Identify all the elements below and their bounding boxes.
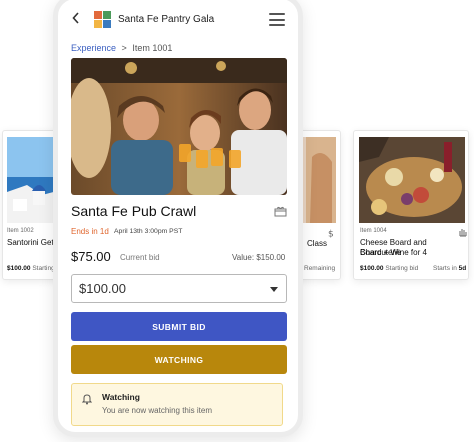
card-title: Class bbox=[307, 239, 328, 248]
ends-date: April 13th 3:00pm PST bbox=[114, 227, 183, 235]
gift-icon[interactable] bbox=[274, 205, 287, 217]
card-item-number: Item 1002 bbox=[7, 228, 34, 234]
watching-notice: Watching You are now watching this item bbox=[71, 383, 283, 426]
logo-icon bbox=[94, 11, 111, 28]
notice-title: Watching bbox=[102, 392, 140, 402]
breadcrumb: Experience > Item 1001 bbox=[71, 43, 172, 53]
dropdown-caret-icon bbox=[270, 287, 278, 292]
card-image-cheese-board bbox=[359, 137, 465, 223]
back-chevron-icon bbox=[72, 12, 79, 24]
card-item-1004[interactable]: Item 1004 Cheese Board and Charcuterie B… bbox=[353, 130, 469, 280]
card-starts-label: Starts in bbox=[433, 265, 457, 272]
card-title: Santorini Geta bbox=[7, 238, 59, 247]
card-price-label: Starting bbox=[32, 265, 55, 272]
current-bid-amount: $75.00 bbox=[71, 249, 111, 264]
bid-amount-select[interactable]: $100.00 bbox=[71, 274, 287, 303]
back-button[interactable] bbox=[72, 11, 80, 29]
card-price: $100.00 bbox=[360, 265, 384, 272]
hero-image-pub-crawl bbox=[71, 58, 287, 195]
submit-bid-button[interactable]: SUBMIT BID bbox=[71, 312, 287, 341]
app-title: Santa Fe Pantry Gala bbox=[118, 14, 215, 25]
card-price: $100.00 bbox=[7, 265, 31, 272]
hand-icon bbox=[459, 229, 467, 237]
card-title-line2: Board + Wine for 4 bbox=[360, 248, 427, 257]
dollar-icon: $ bbox=[328, 230, 334, 239]
watching-button[interactable]: WATCHING bbox=[71, 345, 287, 374]
bell-icon bbox=[82, 394, 92, 405]
card-meta: Remaining bbox=[304, 265, 336, 272]
menu-icon[interactable] bbox=[269, 13, 285, 30]
card-price-label: Starting bid bbox=[385, 265, 419, 272]
breadcrumb-experience[interactable]: Experience bbox=[71, 43, 116, 53]
breadcrumb-separator: > bbox=[121, 43, 127, 53]
item-value: Value: $150.00 bbox=[232, 253, 286, 262]
card-item-number: Item 1004 bbox=[360, 228, 387, 234]
ends-in-label: Ends in 1d bbox=[71, 227, 109, 236]
item-title: Santa Fe Pub Crawl bbox=[71, 203, 197, 219]
card-starts-value: 5d bbox=[458, 265, 467, 272]
bid-amount-value: $100.00 bbox=[79, 281, 126, 296]
card-starts: Starts in 5d bbox=[433, 265, 466, 272]
current-bid-label: Current bid bbox=[120, 253, 160, 262]
card-price-line: $100.00 Starting bbox=[7, 265, 55, 272]
breadcrumb-current: Item 1001 bbox=[132, 43, 173, 53]
phone-frame: Santa Fe Pantry Gala Experience > Item 1… bbox=[53, 0, 303, 437]
card-price-line: $100.00 Starting bid bbox=[360, 265, 418, 272]
notice-message: You are now watching this item bbox=[102, 406, 212, 415]
svg-text:$: $ bbox=[328, 230, 334, 239]
